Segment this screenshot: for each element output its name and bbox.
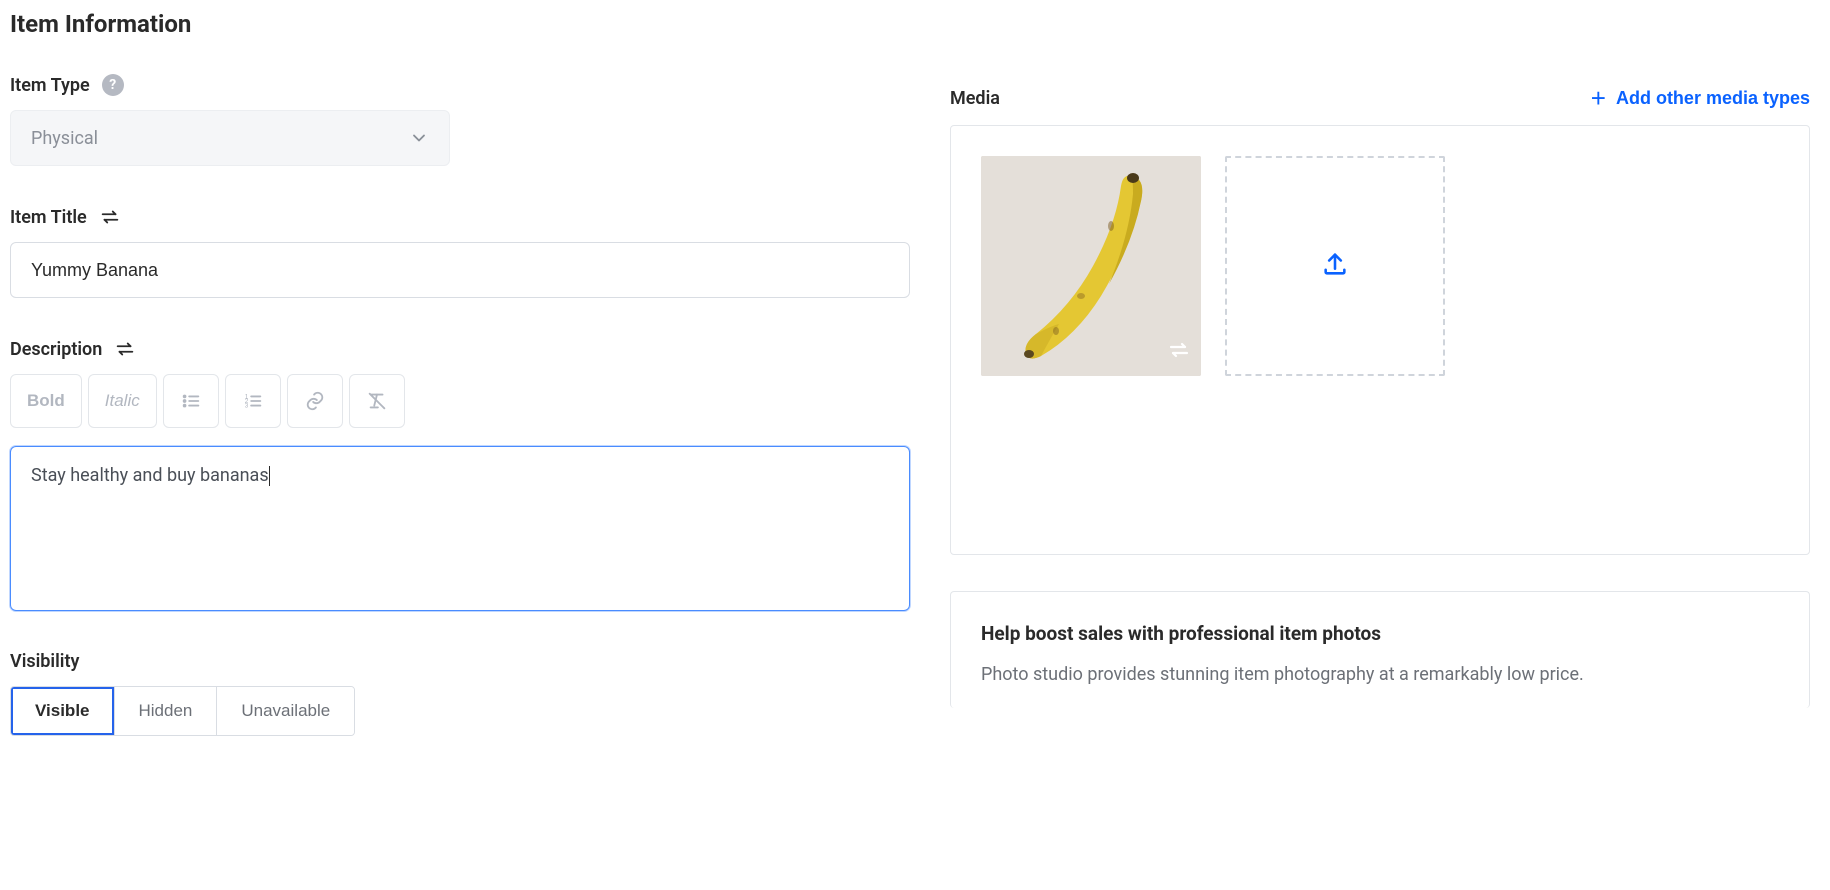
upload-dropzone[interactable] — [1225, 156, 1445, 376]
upload-icon — [1321, 250, 1349, 282]
bold-button[interactable]: Bold — [10, 374, 82, 428]
media-thumbnail[interactable] — [981, 156, 1201, 376]
numbered-list-button[interactable]: 123 — [225, 374, 281, 428]
swap-icon[interactable] — [114, 338, 136, 360]
editor-toolbar: Bold Italic 123 — [10, 374, 910, 428]
item-type-value: Physical — [31, 128, 98, 149]
description-value: Stay healthy and buy bananas — [31, 465, 269, 486]
item-type-label-row: Item Type ? — [10, 74, 910, 96]
swap-icon[interactable] — [99, 206, 121, 228]
visibility-label: Visibility — [10, 651, 910, 672]
item-type-label: Item Type — [10, 75, 90, 96]
description-label-row: Description — [10, 338, 910, 360]
plus-icon: + — [1591, 85, 1606, 111]
visibility-visible[interactable]: Visible — [11, 687, 115, 735]
item-type-select[interactable]: Physical — [10, 110, 450, 166]
link-button[interactable] — [287, 374, 343, 428]
item-title-input[interactable] — [10, 242, 910, 298]
visibility-unavailable[interactable]: Unavailable — [217, 687, 354, 735]
swap-icon[interactable] — [1167, 338, 1191, 366]
clear-format-button[interactable] — [349, 374, 405, 428]
italic-button[interactable]: Italic — [88, 374, 157, 428]
description-label: Description — [10, 339, 102, 360]
visibility-segmented: Visible Hidden Unavailable — [10, 686, 355, 736]
chevron-down-icon — [409, 128, 429, 148]
visibility-hidden[interactable]: Hidden — [115, 687, 218, 735]
photo-studio-callout: Help boost sales with professional item … — [950, 591, 1810, 708]
add-media-label: Add other media types — [1616, 88, 1810, 109]
media-label: Media — [950, 88, 1000, 109]
item-title-label-row: Item Title — [10, 206, 910, 228]
section-title: Item Information — [10, 10, 910, 38]
media-panel — [950, 125, 1810, 555]
add-media-button[interactable]: + Add other media types — [1591, 85, 1810, 111]
svg-text:3: 3 — [245, 402, 249, 409]
help-icon[interactable]: ? — [102, 74, 124, 96]
callout-title: Help boost sales with professional item … — [981, 622, 1779, 645]
item-title-label: Item Title — [10, 207, 87, 228]
bullet-list-button[interactable] — [163, 374, 219, 428]
description-textarea[interactable]: Stay healthy and buy bananas — [10, 446, 910, 611]
callout-body: Photo studio provides stunning item phot… — [981, 661, 1779, 688]
text-cursor — [269, 466, 270, 486]
